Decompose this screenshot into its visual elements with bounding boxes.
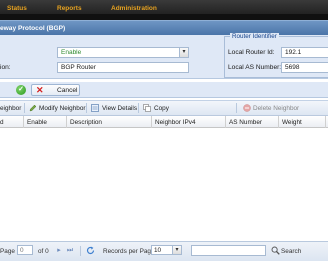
column-separator [66,116,67,128]
view-details-icon [91,104,99,112]
copy-icon [143,104,151,112]
column-separator [325,116,326,128]
add-neighbor-button[interactable]: eighbor [0,105,21,112]
column-separator [151,116,152,128]
nav-status[interactable]: Status [7,5,27,12]
column-separator [225,116,226,128]
local-as-number-value: 5698 [285,64,300,71]
panel-title: eway Protocol (BGP) [0,25,66,32]
top-navigation-bar: Status Reports Administration [0,0,328,20]
column-separator [278,116,279,128]
page-count-label: of 0 [38,248,49,255]
local-as-number-input[interactable]: 5698 [281,62,328,73]
enable-select-value: Enable [61,49,82,56]
description-input-value: BGP Router [61,64,96,71]
last-page-icon[interactable]: ⏭ [66,247,74,255]
page-number-value: 0 [20,247,24,254]
local-router-id-input[interactable]: 192.1 [281,47,328,58]
router-identifier-legend: Router Identifier [230,33,279,40]
cancel-button[interactable]: ✕ Cancel [31,84,80,96]
pencil-icon [29,104,37,112]
enable-select[interactable]: Enable ▾ [57,47,189,58]
toolbar-separator [24,103,25,113]
description-label: ion: [0,64,11,71]
records-per-page-value: 10 [154,247,162,254]
records-per-page-label: Records per Page [103,248,155,255]
refresh-icon[interactable] [86,246,95,255]
column-header-neighbor-ipv4[interactable]: Neighbor IPv4 [155,119,196,126]
column-header-weight[interactable]: Weight [282,119,302,126]
chevron-down-icon[interactable]: ▾ [179,48,188,57]
check-icon[interactable]: ✓ [16,85,26,95]
pager-separator [80,246,81,256]
column-separator [23,116,24,128]
modify-neighbor-button[interactable]: Modify Neighbor [39,105,86,112]
copy-button[interactable]: Copy [154,105,169,112]
page-label: Page [0,248,15,255]
local-router-id-label: Local Router Id: [228,49,275,56]
cancel-x-icon: ✕ [36,85,44,95]
column-header-enable[interactable]: Enable [27,119,47,126]
column-header-id[interactable]: d [0,119,4,126]
records-per-page-select[interactable]: 10 ▾ [151,245,182,255]
description-input[interactable]: BGP Router [57,62,189,73]
next-page-icon[interactable]: ▸ [55,247,63,255]
nav-reports[interactable]: Reports [57,5,82,12]
column-header-as-number[interactable]: AS Number [229,119,262,126]
delete-neighbor-button[interactable]: Delete Neighbor [253,105,299,112]
delete-icon [243,104,251,112]
toolbar-separator [138,103,139,113]
toolbar-separator [236,103,237,113]
neighbor-grid-body [0,128,328,240]
view-details-button[interactable]: View Details [102,105,137,112]
column-header-description[interactable]: Description [70,119,102,126]
chevron-down-icon[interactable]: ▾ [172,246,181,254]
page-number-input[interactable]: 0 [17,245,33,255]
search-input[interactable] [191,245,266,256]
search-button[interactable]: Search [281,248,301,255]
cancel-button-label: Cancel [57,87,78,94]
nav-administration[interactable]: Administration [111,5,157,12]
toolbar-separator [86,103,87,113]
local-as-number-label: Local AS Number: [228,64,282,71]
local-router-id-value: 192.1 [285,49,302,56]
search-icon [271,246,280,255]
